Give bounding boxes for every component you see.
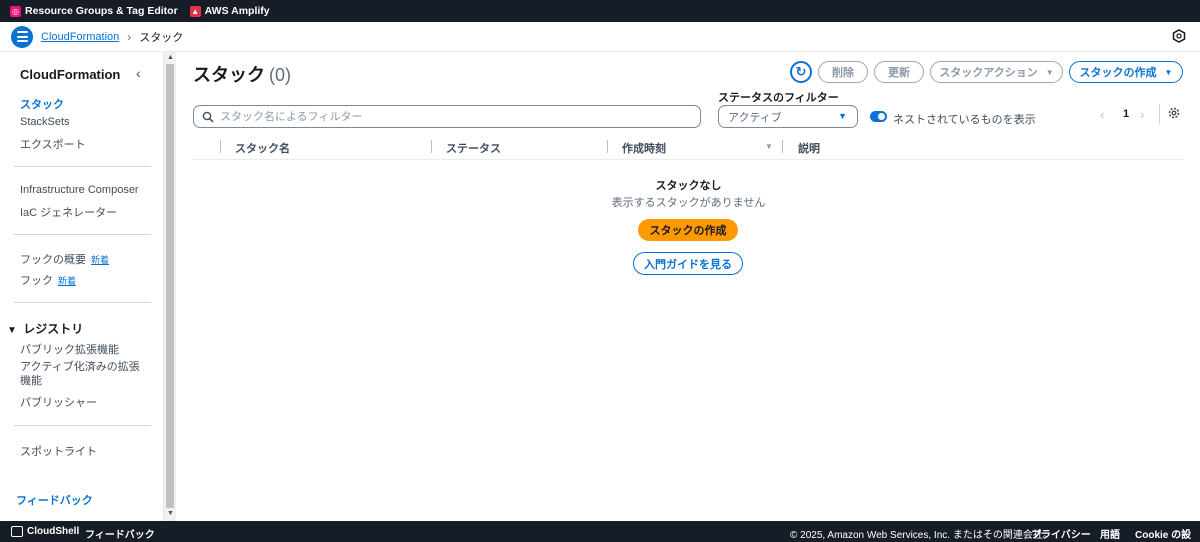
scroll-up-icon[interactable]: ▲ bbox=[167, 54, 174, 61]
main-content: スタック (0) ↻ 削除 更新 スタックアクション ▼ スタックの作成 ▼ ステータ… bbox=[177, 52, 1200, 521]
create-stack-dropdown-button[interactable]: スタックの作成 ▼ bbox=[1069, 61, 1183, 83]
pager-divider bbox=[1159, 104, 1160, 124]
favorite-label: AWS Amplify bbox=[204, 5, 270, 17]
nested-stacks-toggle[interactable] bbox=[870, 111, 887, 122]
sidebar-item-stacksets[interactable]: StackSets bbox=[20, 116, 70, 128]
getting-started-guide-button[interactable]: 入門ガイドを見る bbox=[633, 252, 743, 275]
breadcrumb-current: スタック bbox=[139, 31, 184, 44]
search-field[interactable] bbox=[193, 105, 701, 128]
status-filter-select[interactable]: アクティブ ▼ bbox=[718, 105, 858, 128]
status-filter-value: アクティブ bbox=[728, 111, 782, 124]
column-divider bbox=[220, 140, 221, 153]
column-divider bbox=[607, 140, 608, 153]
stack-count: (0) bbox=[269, 65, 291, 85]
sidebar-divider bbox=[14, 425, 151, 426]
sidebar-item-iac-generator[interactable]: IaC ジェネレーター bbox=[20, 204, 117, 220]
refresh-button[interactable]: ↻ bbox=[790, 61, 812, 83]
cookie-settings-link[interactable]: Cookie の設定 bbox=[1135, 526, 1200, 542]
breadcrumb-bar: CloudFormation › スタック bbox=[0, 22, 1200, 52]
sidebar-divider bbox=[14, 234, 151, 235]
sidebar-title: CloudFormation bbox=[20, 67, 121, 82]
footer-feedback-link[interactable]: フィードバック bbox=[85, 526, 155, 541]
caret-down-icon: ▼ bbox=[838, 111, 847, 121]
favorite-resource-groups[interactable]: ◎ Resource Groups & Tag Editor bbox=[10, 5, 178, 17]
sidebar-scrollbar[interactable]: ▲ ▼ bbox=[163, 52, 176, 521]
stack-actions-button[interactable]: スタックアクション ▼ bbox=[930, 61, 1063, 83]
refresh-icon: ↻ bbox=[795, 64, 807, 79]
page-title: スタック (0) bbox=[193, 61, 291, 87]
sidebar-item-label: フックの概要 bbox=[20, 254, 86, 266]
console-footer: CloudShell フィードバック © 2025, Amazon Web Se… bbox=[0, 521, 1200, 542]
sidebar-item-activated-extensions[interactable]: アクティブ化済みの拡張機能 bbox=[20, 360, 145, 388]
sidebar-divider bbox=[14, 302, 151, 303]
table-header: スタック名 ステータス 作成時刻 ▼ 説明 bbox=[193, 137, 1183, 160]
chevron-right-icon: › bbox=[127, 29, 132, 44]
caret-down-icon: ▼ bbox=[1164, 67, 1173, 77]
copyright-text: © 2025, Amazon Web Services, Inc. またはその関… bbox=[790, 530, 1053, 541]
cloudshell-link[interactable]: CloudShell bbox=[27, 526, 79, 537]
sidebar-item-hooks[interactable]: フック 新着 bbox=[20, 272, 76, 288]
favorite-label: Resource Groups & Tag Editor bbox=[25, 5, 178, 17]
nested-stacks-toggle-label: ネストされているものを表示 bbox=[893, 114, 1036, 126]
create-stack-label: スタックの作成 bbox=[1079, 67, 1157, 79]
breadcrumb-cloudformation-link[interactable]: CloudFormation bbox=[41, 31, 119, 43]
sidebar-item-hooks-overview[interactable]: フックの概要 新着 bbox=[20, 251, 109, 267]
page-title-text: スタック bbox=[193, 65, 265, 85]
caret-down-icon: ▼ bbox=[1045, 67, 1054, 77]
previous-page-icon[interactable]: ‹ bbox=[1100, 107, 1104, 122]
new-badge: 新着 bbox=[58, 276, 77, 286]
current-page-number[interactable]: 1 bbox=[1123, 108, 1129, 120]
sidebar-item-spotlight[interactable]: スポットライト bbox=[20, 443, 97, 459]
new-badge: 新着 bbox=[91, 255, 110, 265]
column-divider bbox=[431, 140, 432, 153]
update-button[interactable]: 更新 bbox=[874, 61, 924, 83]
search-icon bbox=[202, 111, 214, 123]
sidebar-item-label: フック bbox=[20, 275, 53, 287]
next-page-icon[interactable]: › bbox=[1140, 107, 1144, 122]
scroll-down-icon[interactable]: ▼ bbox=[167, 510, 174, 517]
collapse-sidebar-icon[interactable]: ‹ bbox=[136, 65, 141, 81]
column-description[interactable]: 説明 bbox=[798, 140, 820, 156]
favorites-bar: ◎ Resource Groups & Tag Editor ▲ AWS Amp… bbox=[0, 0, 1200, 22]
sidebar-section-label: レジストリ bbox=[23, 322, 84, 336]
sidebar-feedback-link[interactable]: フィードバック bbox=[16, 492, 93, 508]
column-status[interactable]: ステータス bbox=[446, 140, 501, 156]
resource-groups-icon: ◎ bbox=[10, 5, 21, 17]
favorite-amplify[interactable]: ▲ AWS Amplify bbox=[189, 5, 270, 17]
status-filter-label: ステータスのフィルター bbox=[718, 92, 839, 104]
gear-icon[interactable] bbox=[1167, 106, 1181, 120]
empty-state-subtitle: 表示するスタックがありません bbox=[611, 197, 766, 209]
sidebar-item-composer[interactable]: Infrastructure Composer bbox=[20, 184, 139, 196]
info-panel-icon[interactable] bbox=[1172, 29, 1186, 43]
side-navigation: CloudFormation ‹ スタック StackSets エクスポート I… bbox=[0, 52, 163, 521]
caret-down-icon: ▼ bbox=[7, 325, 17, 336]
sidebar-item-exports[interactable]: エクスポート bbox=[20, 136, 86, 152]
create-stack-button[interactable]: スタックの作成 bbox=[638, 219, 738, 241]
sort-descending-icon[interactable]: ▼ bbox=[765, 142, 773, 151]
column-created[interactable]: 作成時刻 bbox=[622, 140, 666, 156]
search-input[interactable] bbox=[220, 110, 680, 123]
scroll-thumb[interactable] bbox=[166, 64, 174, 508]
sidebar-item-publisher[interactable]: パブリッシャー bbox=[20, 394, 97, 410]
delete-button[interactable]: 削除 bbox=[818, 61, 868, 83]
amplify-icon: ▲ bbox=[189, 5, 201, 17]
sidebar-section-registry[interactable]: ▼ レジストリ bbox=[7, 320, 83, 337]
cloudshell-icon[interactable] bbox=[11, 526, 23, 537]
sidebar-divider bbox=[14, 166, 151, 167]
terms-link[interactable]: 用語 bbox=[1100, 526, 1120, 541]
sidebar-item-public-extensions[interactable]: パブリック拡張機能 bbox=[20, 341, 119, 357]
privacy-link[interactable]: プライバシー bbox=[1031, 526, 1091, 541]
empty-state-title: スタックなし bbox=[655, 180, 722, 192]
stack-actions-label: スタックアクション bbox=[939, 67, 1038, 79]
sidebar-item-stacks[interactable]: スタック bbox=[20, 96, 64, 112]
column-stack-name[interactable]: スタック名 bbox=[235, 140, 290, 156]
menu-toggle-button[interactable] bbox=[11, 25, 33, 48]
column-divider bbox=[782, 140, 783, 153]
